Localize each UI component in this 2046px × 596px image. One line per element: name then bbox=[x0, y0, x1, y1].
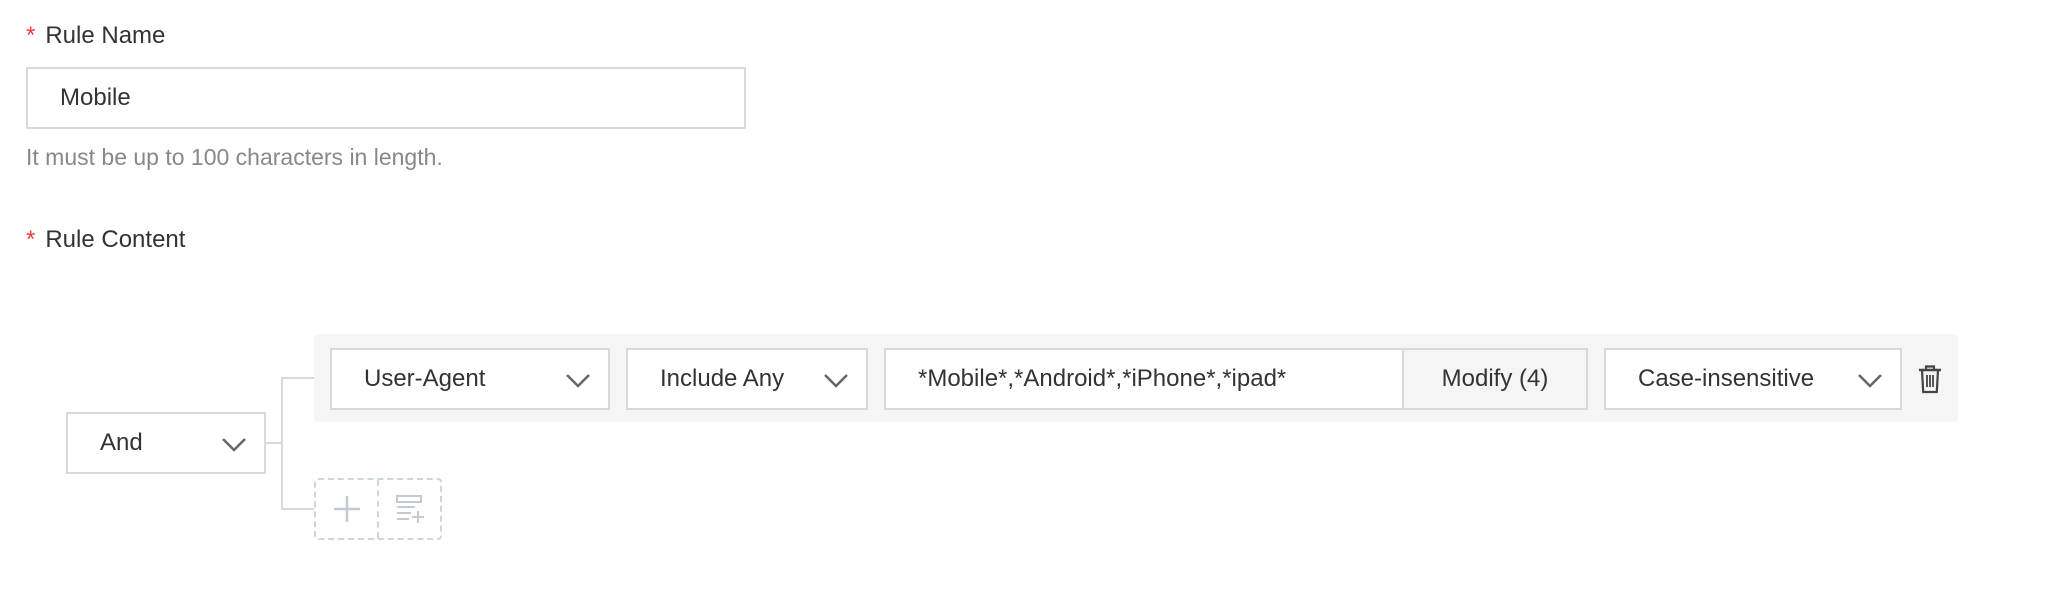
rule-content-label-text: Rule Content bbox=[45, 226, 186, 253]
required-mark: * bbox=[26, 22, 36, 49]
rule-name-label-text: Rule Name bbox=[45, 22, 166, 49]
condition-value-field: *Mobile*,*Android*,*iPhone*,*ipad* Modif… bbox=[884, 348, 1588, 410]
add-list-icon bbox=[395, 495, 424, 523]
add-buttons-group bbox=[314, 478, 442, 540]
rule-name-help: It must be up to 100 characters in lengt… bbox=[26, 144, 443, 170]
add-condition-group-button[interactable] bbox=[379, 480, 440, 538]
trash-icon bbox=[1919, 365, 1941, 394]
plus-icon bbox=[333, 496, 360, 522]
chevron-down-icon bbox=[1858, 374, 1882, 388]
chevron-down-icon bbox=[824, 374, 848, 388]
delete-condition-button[interactable] bbox=[1916, 364, 1944, 394]
chevron-down-icon bbox=[566, 374, 590, 388]
logic-operator-select[interactable]: And bbox=[66, 412, 266, 474]
add-condition-button[interactable] bbox=[316, 480, 377, 538]
rule-name-input[interactable] bbox=[26, 67, 746, 129]
condition-value-text: *Mobile*,*Android*,*iPhone*,*ipad* bbox=[918, 365, 1287, 392]
modify-button[interactable]: Modify (4) bbox=[1402, 350, 1586, 408]
connector-horizontal bbox=[264, 442, 282, 444]
field-select[interactable]: User-Agent bbox=[330, 348, 610, 410]
rule-name-label: * Rule Name bbox=[26, 22, 165, 50]
field-value: User-Agent bbox=[364, 365, 486, 392]
required-mark: * bbox=[26, 226, 36, 253]
case-mode-select[interactable]: Case-insensitive bbox=[1604, 348, 1902, 410]
operator-value: Include Any bbox=[660, 365, 785, 392]
logic-operator-value: And bbox=[100, 429, 143, 456]
rule-content-label: * Rule Content bbox=[26, 226, 185, 254]
chevron-down-icon bbox=[222, 438, 246, 452]
connector-branch-top bbox=[281, 377, 314, 379]
connector-branch-bottom bbox=[281, 508, 314, 510]
operator-select[interactable]: Include Any bbox=[626, 348, 868, 410]
connector-vertical bbox=[281, 377, 283, 509]
case-mode-value: Case-insensitive bbox=[1638, 365, 1815, 392]
